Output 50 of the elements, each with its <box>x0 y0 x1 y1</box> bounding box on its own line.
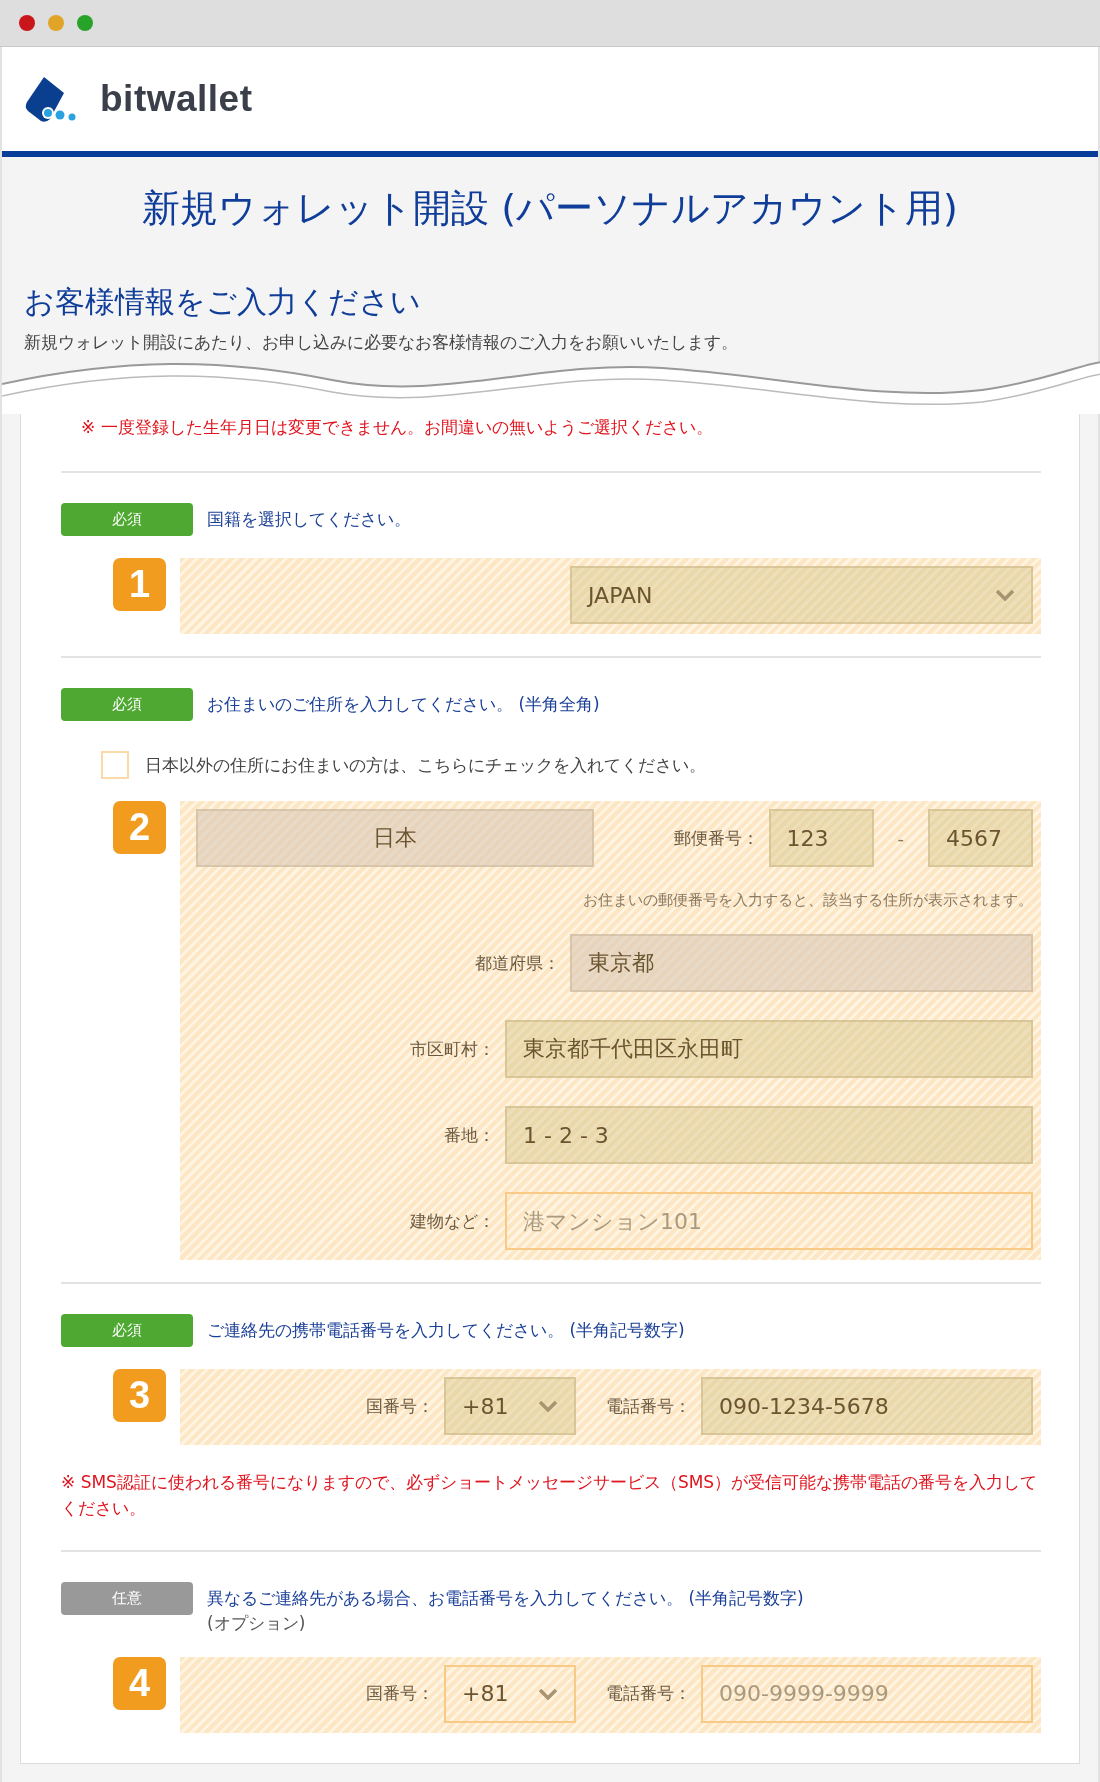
section-description: 新規ウォレット開設にあたり、お申し込みに必要なお客様情報のご入力をお願いいたします。 <box>24 331 739 354</box>
logo-text: bitwallet <box>100 78 253 120</box>
select-field[interactable]: JAPAN <box>570 566 1033 624</box>
text-field[interactable]: 090-9999-9999 <box>701 1664 1033 1723</box>
page-title: 新規ウォレット開設 (パーソナルアカウント用) <box>141 185 959 232</box>
text-field[interactable]: 港マンション101 <box>505 1192 1033 1250</box>
hint-text: お住まいの郵便番号を入力すると、該当する住所が表示されます。 <box>583 891 1033 910</box>
status-badge: 必須 <box>61 688 193 721</box>
text-field[interactable]: 東京都千代田区永田町 <box>505 1020 1033 1078</box>
checkbox-label: 日本以外の住所にお住まいの方は、こちらにチェックを入れてください。 <box>145 753 706 777</box>
field-label: 国番号： <box>366 1394 434 1418</box>
select-field[interactable]: +81 <box>444 1664 576 1723</box>
field-label: 電話番号： <box>606 1394 691 1418</box>
text-field[interactable]: 090-1234-5678 <box>701 1377 1033 1435</box>
text-field[interactable]: 1 - 2 - 3 <box>505 1106 1033 1164</box>
text-field[interactable]: 123 <box>768 809 874 867</box>
field-label: 建物など： <box>410 1209 495 1233</box>
instruction-text: 異なるご連絡先がある場合、お電話番号を入力してください。 (半角記号数字) <box>207 1586 804 1610</box>
status-badge: 必須 <box>61 503 193 536</box>
window-control-dot[interactable] <box>19 15 35 31</box>
field-label: 市区町村： <box>410 1037 495 1061</box>
notice-text: ※ 一度登録した生年月日は変更できません。お間違いの無いようご選択ください。 <box>80 416 714 439</box>
section-heading: お客様情報をご入力ください <box>24 283 422 321</box>
instruction-text: ご連絡先の携帯電話番号を入力してください。 (半角記号数字) <box>207 1319 685 1342</box>
country-field[interactable]: 日本 <box>196 809 594 867</box>
instruction-note: (オプション) <box>207 1611 307 1635</box>
field-label: 郵便番号： <box>673 826 759 850</box>
separator-text: - <box>897 827 904 849</box>
warning-text: ※ SMS認証に使われる番号になりますので、必ずショートメッセージサービス（SMS）が受信可能な携帯電話の番号を入力してください。 <box>61 1471 1039 1521</box>
chevron-icon <box>538 1400 558 1412</box>
field-label: 国番号： <box>366 1682 434 1706</box>
text-field[interactable]: 東京都 <box>570 934 1033 992</box>
step-number: 2 <box>113 801 166 854</box>
instruction-text: お住まいのご住所を入力してください。 (半角全角) <box>207 693 600 716</box>
window-control-dot[interactable] <box>77 15 93 31</box>
field-label: 番地： <box>444 1123 495 1147</box>
status-badge: 必須 <box>61 1314 193 1347</box>
select-field[interactable]: +81 <box>444 1377 576 1435</box>
field-label: 電話番号： <box>606 1682 691 1706</box>
chevron-icon <box>538 1687 558 1700</box>
checkbox[interactable] <box>101 751 129 779</box>
step-number: 4 <box>113 1656 166 1710</box>
field-label: 都道府県： <box>475 951 560 975</box>
status-badge: 任意 <box>61 1581 193 1615</box>
instruction-text: 国籍を選択してください。 <box>207 508 411 531</box>
step-number: 3 <box>113 1369 166 1422</box>
chevron-icon <box>995 589 1015 601</box>
window-control-dot[interactable] <box>48 15 64 31</box>
text-field[interactable]: 4567 <box>928 809 1033 867</box>
step-number: 1 <box>113 558 166 611</box>
